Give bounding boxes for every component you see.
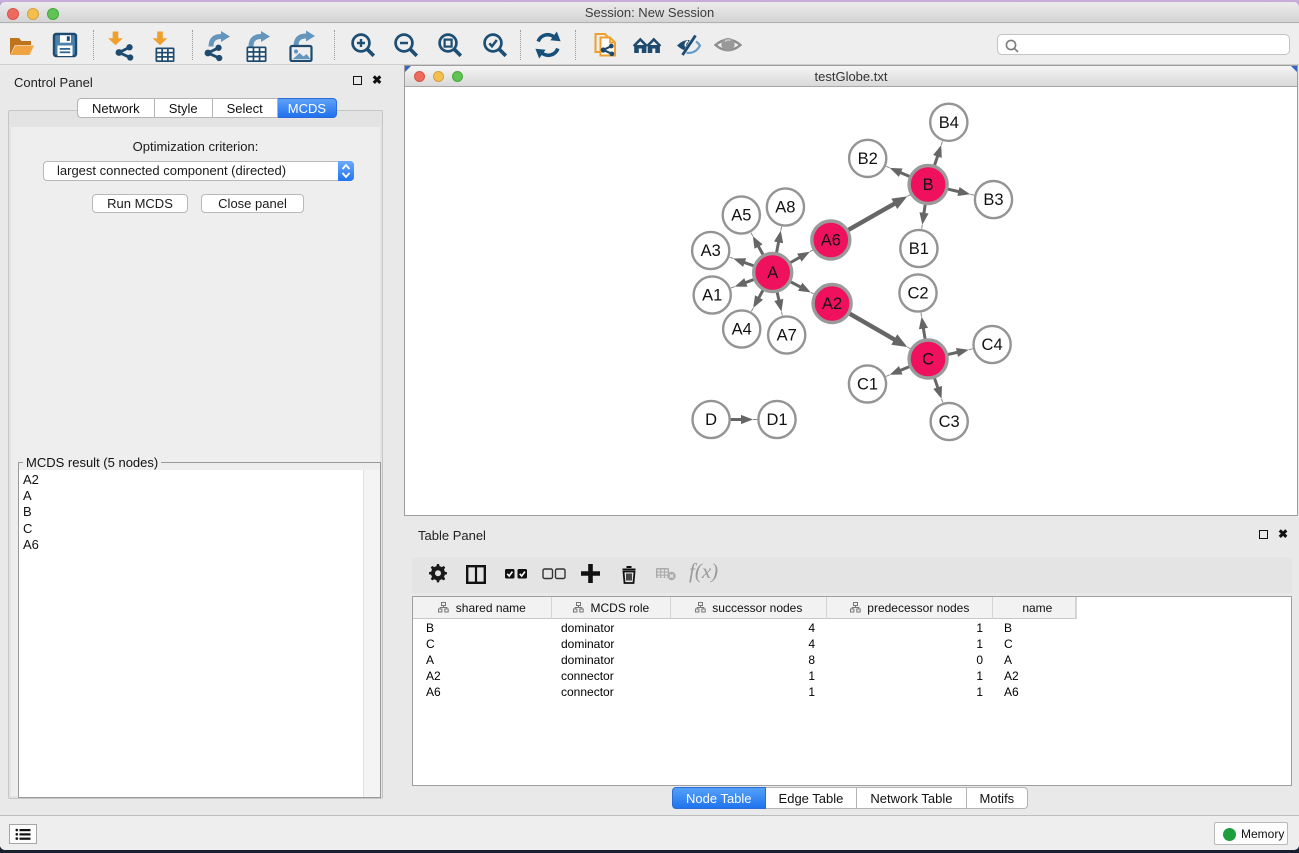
svg-text:A4: A4 (732, 321, 752, 339)
svg-text:B3: B3 (983, 191, 1003, 209)
svg-text:C2: C2 (907, 285, 928, 303)
svg-text:B2: B2 (858, 150, 878, 168)
svg-text:B4: B4 (939, 114, 959, 132)
svg-text:A5: A5 (731, 207, 751, 225)
svg-text:A6: A6 (821, 232, 841, 250)
svg-text:D1: D1 (766, 411, 787, 429)
svg-text:D: D (705, 411, 717, 429)
svg-text:B: B (923, 176, 934, 194)
svg-text:C: C (922, 351, 934, 369)
svg-text:A2: A2 (822, 295, 842, 313)
svg-text:C3: C3 (939, 413, 960, 431)
svg-text:C4: C4 (982, 336, 1003, 354)
svg-text:C1: C1 (857, 376, 878, 394)
svg-text:A7: A7 (777, 327, 797, 345)
svg-text:B1: B1 (909, 240, 929, 258)
svg-text:A1: A1 (702, 287, 722, 305)
svg-text:A3: A3 (701, 242, 721, 260)
svg-text:A: A (767, 264, 778, 282)
svg-text:A8: A8 (775, 199, 795, 217)
